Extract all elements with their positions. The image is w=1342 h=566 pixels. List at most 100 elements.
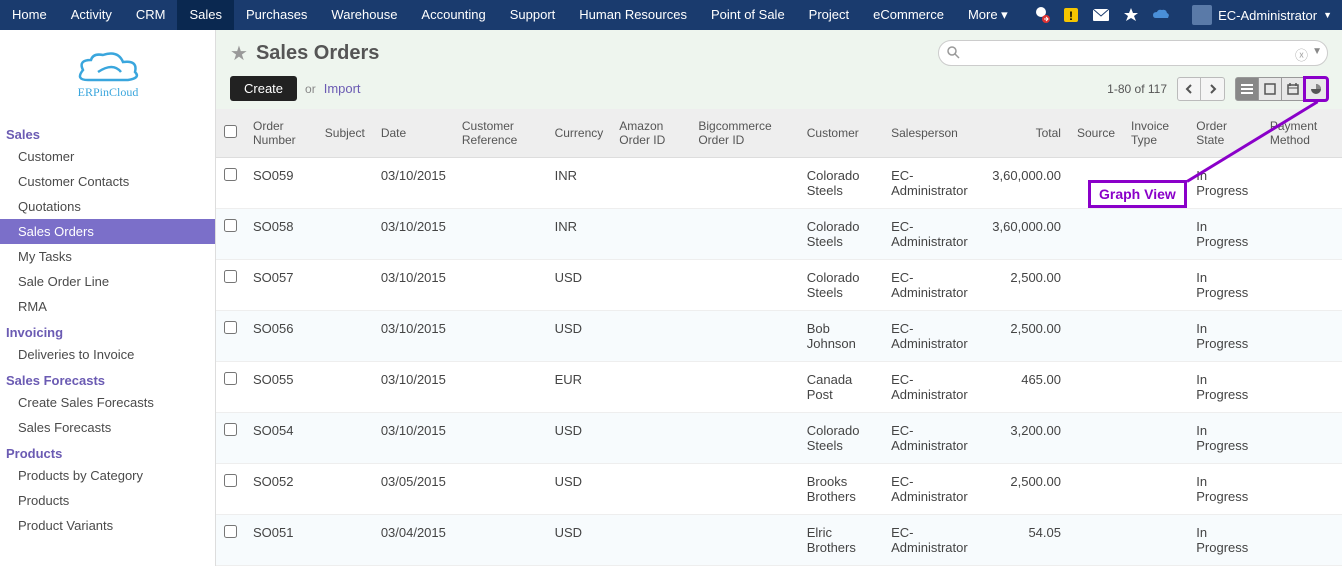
- logo: ERPinCloud: [0, 40, 215, 121]
- user-menu[interactable]: EC-Administrator▼: [1182, 5, 1342, 25]
- sidebar-item-product-variants[interactable]: Product Variants: [0, 513, 215, 538]
- topnav-item-point-of-sale[interactable]: Point of Sale: [699, 0, 797, 30]
- column-header[interactable]: Subject: [317, 109, 373, 158]
- table-cell: INR: [547, 209, 612, 260]
- table-cell: [611, 362, 690, 413]
- sidebar-item-rma[interactable]: RMA: [0, 294, 215, 319]
- topnav-item-activity[interactable]: Activity: [59, 0, 124, 30]
- column-header[interactable]: [216, 109, 245, 158]
- pager-next-button[interactable]: [1201, 77, 1225, 101]
- view-calendar-button[interactable]: [1281, 77, 1305, 101]
- import-link[interactable]: Import: [324, 81, 361, 96]
- row-checkbox[interactable]: [224, 168, 237, 181]
- table-row[interactable]: SO05903/10/2015INRColorado SteelsEC-Admi…: [216, 158, 1342, 209]
- table-cell: [1262, 158, 1342, 209]
- table-cell: Brooks Brothers: [799, 464, 883, 515]
- table-cell: USD: [547, 515, 612, 566]
- cloud-icon[interactable]: [1150, 4, 1172, 26]
- column-header[interactable]: Customer Reference: [454, 109, 547, 158]
- topnav-item-sales[interactable]: Sales: [177, 0, 234, 30]
- clear-search-icon[interactable]: ⓧ: [1295, 45, 1308, 64]
- table-cell: [1123, 311, 1188, 362]
- favorite-star-icon[interactable]: ★: [230, 41, 248, 66]
- sidebar-item-sale-order-line[interactable]: Sale Order Line: [0, 269, 215, 294]
- column-header[interactable]: Payment Method: [1262, 109, 1342, 158]
- table-row[interactable]: SO05503/10/2015EURCanada PostEC-Administ…: [216, 362, 1342, 413]
- avatar: [1192, 5, 1212, 25]
- sidebar-item-sales-forecasts[interactable]: Sales Forecasts: [0, 415, 215, 440]
- column-header[interactable]: Salesperson: [883, 109, 984, 158]
- table-cell: [1069, 209, 1123, 260]
- create-button[interactable]: Create: [230, 76, 297, 101]
- row-checkbox[interactable]: [224, 423, 237, 436]
- column-header[interactable]: Order State: [1188, 109, 1262, 158]
- table-row[interactable]: SO05803/10/2015INRColorado SteelsEC-Admi…: [216, 209, 1342, 260]
- sidebar-item-my-tasks[interactable]: My Tasks: [0, 244, 215, 269]
- sidebar-item-sales-orders[interactable]: Sales Orders: [0, 219, 215, 244]
- row-checkbox[interactable]: [224, 525, 237, 538]
- table-cell: [1069, 362, 1123, 413]
- column-header[interactable]: Amazon Order ID: [611, 109, 690, 158]
- view-form-button[interactable]: [1258, 77, 1282, 101]
- mail-icon[interactable]: [1090, 4, 1112, 26]
- alert-icon[interactable]: !: [1060, 4, 1082, 26]
- topnav-item-purchases[interactable]: Purchases: [234, 0, 319, 30]
- column-header[interactable]: Invoice Type: [1123, 109, 1188, 158]
- sidebar-item-products-by-category[interactable]: Products by Category: [0, 463, 215, 488]
- column-header[interactable]: Source: [1069, 109, 1123, 158]
- column-header[interactable]: Date: [373, 109, 454, 158]
- search-dropdown-icon[interactable]: ▼: [1312, 46, 1322, 57]
- column-header[interactable]: Customer: [799, 109, 883, 158]
- topnav-item-project[interactable]: Project: [797, 0, 861, 30]
- table-row[interactable]: SO05603/10/2015USDBob JohnsonEC-Administ…: [216, 311, 1342, 362]
- star-icon[interactable]: [1120, 4, 1142, 26]
- pager-prev-button[interactable]: [1177, 77, 1201, 101]
- table-cell: [611, 260, 690, 311]
- sidebar-item-create-sales-forecasts[interactable]: Create Sales Forecasts: [0, 390, 215, 415]
- table-cell: [1123, 413, 1188, 464]
- sidebar-item-products[interactable]: Products: [0, 488, 215, 513]
- select-all-checkbox[interactable]: [224, 125, 237, 138]
- sidebar-item-deliveries-to-invoice[interactable]: Deliveries to Invoice: [0, 342, 215, 367]
- table-cell: SO051: [245, 515, 317, 566]
- row-checkbox[interactable]: [224, 474, 237, 487]
- view-list-button[interactable]: [1235, 77, 1259, 101]
- column-header[interactable]: Total: [984, 109, 1069, 158]
- table-cell: 03/10/2015: [373, 209, 454, 260]
- table-cell: USD: [547, 260, 612, 311]
- table-cell: SO058: [245, 209, 317, 260]
- topnav-item-warehouse[interactable]: Warehouse: [319, 0, 409, 30]
- table-cell: USD: [547, 311, 612, 362]
- sidebar-item-customer-contacts[interactable]: Customer Contacts: [0, 169, 215, 194]
- table-cell: EC-Administrator: [883, 311, 984, 362]
- table-row[interactable]: SO05403/10/2015USDColorado SteelsEC-Admi…: [216, 413, 1342, 464]
- topnav-item-home[interactable]: Home: [0, 0, 59, 30]
- row-checkbox[interactable]: [224, 321, 237, 334]
- sidebar-item-customer[interactable]: Customer: [0, 144, 215, 169]
- sidebar-item-quotations[interactable]: Quotations: [0, 194, 215, 219]
- row-checkbox[interactable]: [224, 270, 237, 283]
- column-header[interactable]: Order Number: [245, 109, 317, 158]
- row-checkbox[interactable]: [224, 219, 237, 232]
- row-checkbox[interactable]: [224, 372, 237, 385]
- column-header[interactable]: Bigcommerce Order ID: [690, 109, 798, 158]
- table-cell: [690, 311, 798, 362]
- column-header[interactable]: Currency: [547, 109, 612, 158]
- table-cell: 3,60,000.00: [984, 209, 1069, 260]
- topnav-item-ecommerce[interactable]: eCommerce: [861, 0, 956, 30]
- table-row[interactable]: SO05103/04/2015USDElric BrothersEC-Admin…: [216, 515, 1342, 566]
- table-cell: [1069, 515, 1123, 566]
- table-row[interactable]: SO05203/05/2015USDBrooks BrothersEC-Admi…: [216, 464, 1342, 515]
- user-status-icon[interactable]: [1030, 4, 1052, 26]
- view-graph-button[interactable]: [1304, 77, 1328, 101]
- table-row[interactable]: SO05703/10/2015USDColorado SteelsEC-Admi…: [216, 260, 1342, 311]
- topnav-item-human-resources[interactable]: Human Resources: [567, 0, 699, 30]
- table-cell: EC-Administrator: [883, 464, 984, 515]
- topnav-item-support[interactable]: Support: [498, 0, 568, 30]
- search-input[interactable]: [938, 40, 1328, 66]
- topnav-item-more[interactable]: More ▾: [956, 0, 1020, 30]
- topnav-item-crm[interactable]: CRM: [124, 0, 178, 30]
- table-cell: [317, 362, 373, 413]
- table-cell: [690, 413, 798, 464]
- topnav-item-accounting[interactable]: Accounting: [409, 0, 497, 30]
